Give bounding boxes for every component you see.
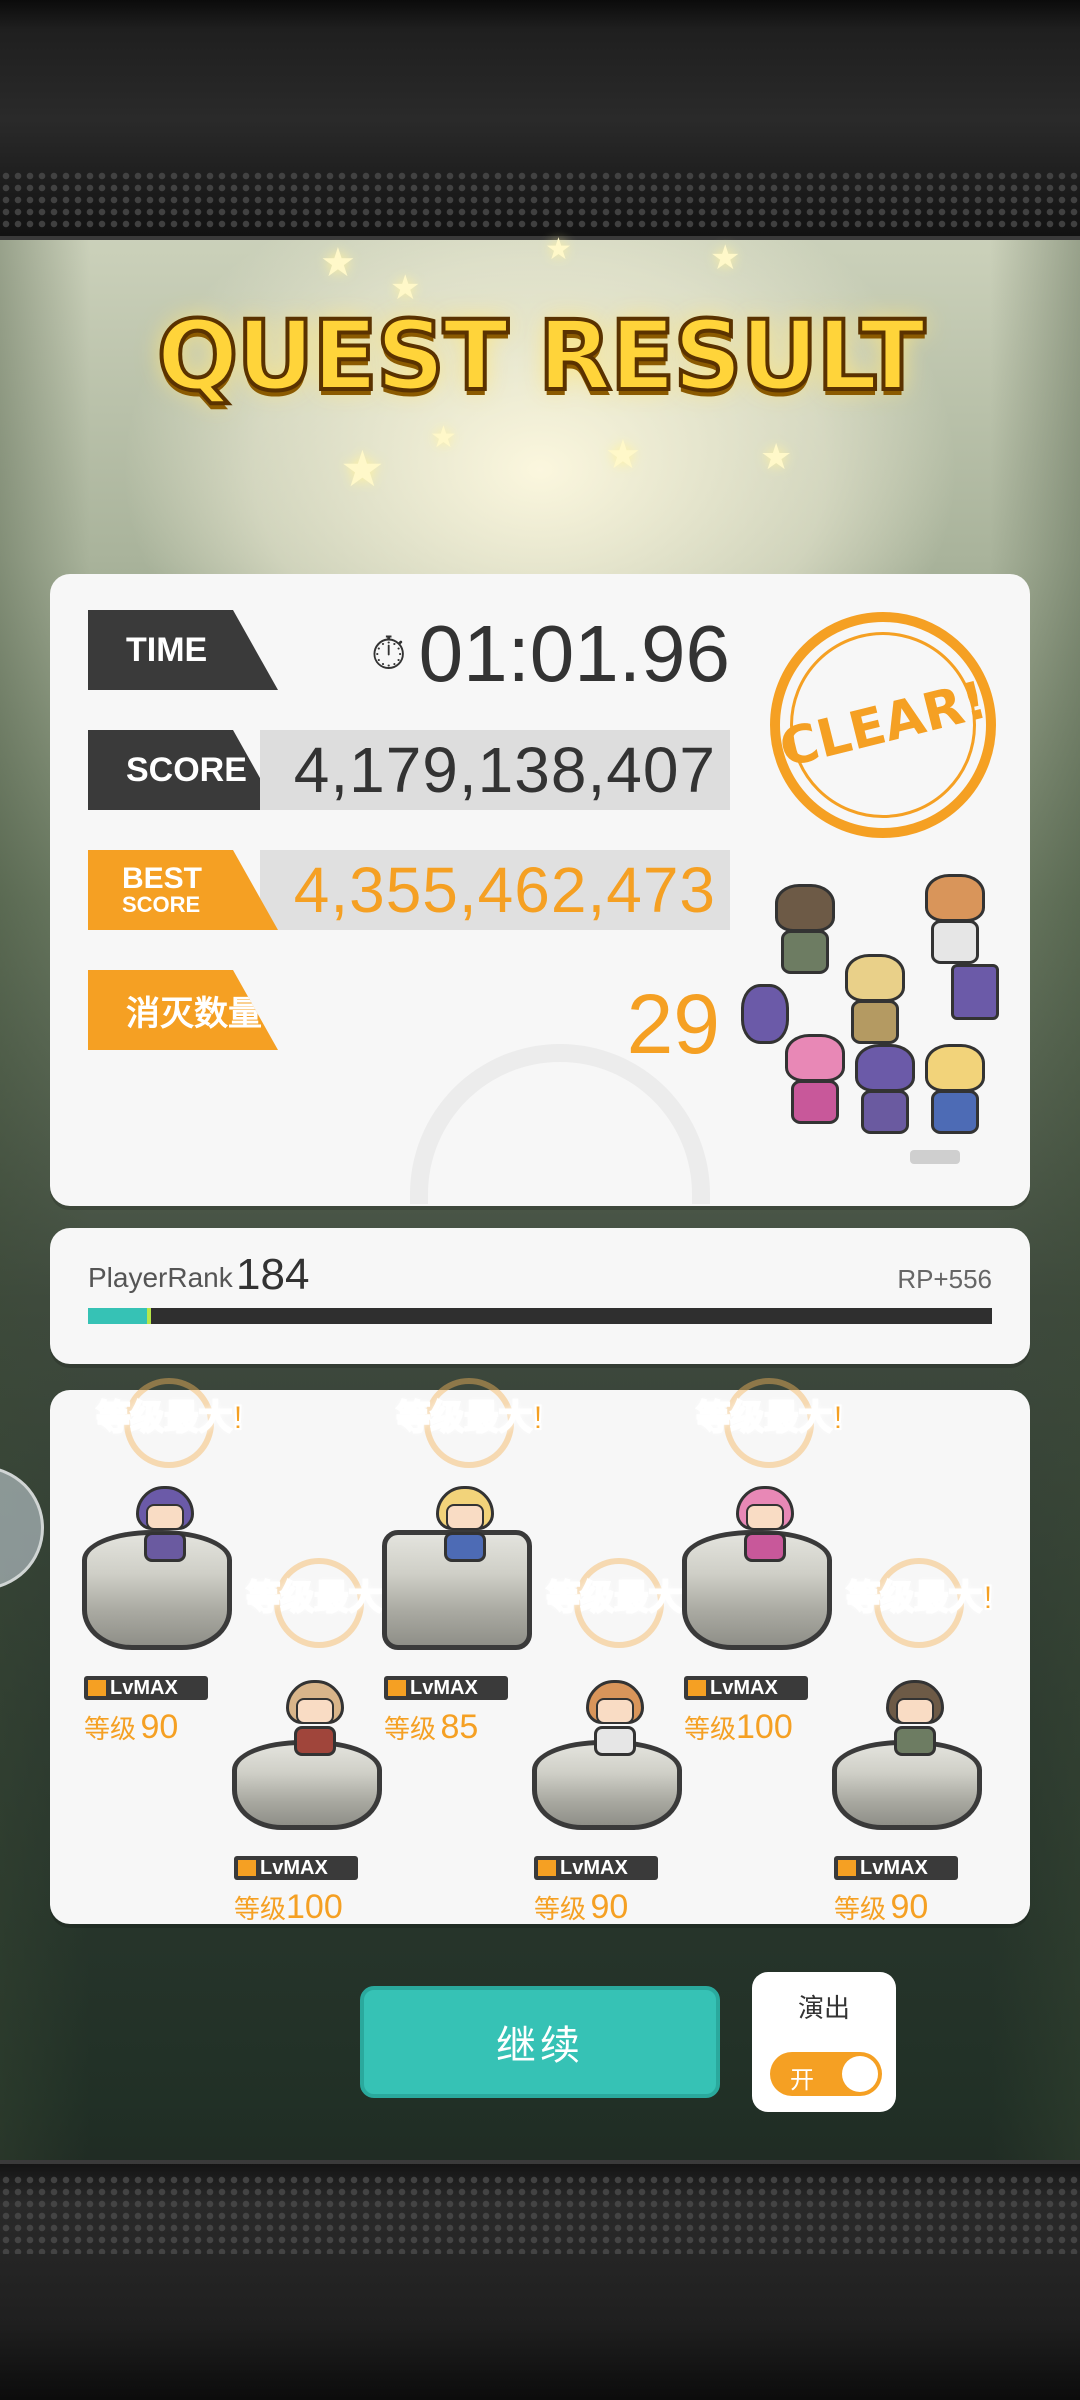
player-rank-value: 184 [236,1250,310,1299]
level-max-badge: 等级最大! [695,1398,844,1438]
sparkle-star-icon: ★ [545,233,572,266]
score-value: 4,179,138,407 [260,730,730,810]
party-sprite-purple [850,1044,920,1144]
lvmax-tag: LvMAX [684,1676,808,1700]
unit-sprite [880,1680,950,1760]
unit-level: 等级 90 [534,1888,694,1927]
unit-sprite [130,1486,200,1566]
page-indicator [910,1150,960,1164]
level-max-badge: 等级最大! [395,1398,544,1438]
unit-face [746,1504,784,1530]
unit-cloth [294,1726,336,1756]
unit-level-number: 100 [736,1708,793,1746]
bottom-frame-dots [0,2174,1080,2254]
performance-toggle-card: 演出 开 [752,1972,896,2112]
player-rank-panel: PlayerRank 184 RP+556 [50,1228,1030,1364]
unit-level-number: 90 [590,1888,629,1926]
unit-cloth [594,1726,636,1756]
lvmax-tag: LvMAX [384,1676,508,1700]
top-frame-band [0,0,1080,240]
player-rank-label: PlayerRank [88,1262,233,1293]
sparkle-star-icon: ★ [710,239,741,277]
results-panel: TIME ⏱ 01:01.96 SCORE 4,179,138,407 4,35… [50,574,1030,1206]
unit-sprite [430,1486,500,1566]
unit-cloth [744,1532,786,1562]
time-value: 01:01.96 [418,609,730,698]
unit-level: 等级 90 [834,1888,994,1927]
performance-label: 演出 [797,1993,850,2023]
level-max-badge: 等级最大! [845,1578,994,1618]
unit-face [296,1698,334,1724]
party-shield-right [950,964,1000,1024]
time-label: TIME [88,610,278,690]
unit-level-number: 85 [440,1708,479,1746]
stopwatch-icon: ⏱ [370,627,407,679]
unit-sprite [580,1680,650,1760]
score-label: SCORE [88,730,278,810]
best-score-label: BEST SCORE [88,850,278,930]
sparkle-star-icon: ★ [605,433,641,477]
party-sprite-pink [780,1034,850,1134]
unit-level-prefix: 等级 [384,1714,437,1744]
party-sprites [740,844,1010,1174]
unit-face [446,1504,484,1530]
lvmax-tag: LvMAX [534,1856,658,1880]
unit-level-prefix: 等级 [834,1894,887,1924]
continue-button[interactable]: 继续 [360,1986,720,2098]
performance-toggle[interactable]: 开 [770,2052,882,2096]
kill-count-label: 消灭数量 [88,970,278,1050]
rank-progress-fill [88,1308,152,1324]
lvmax-tag: LvMAX [84,1676,208,1700]
lvmax-tag: LvMAX [834,1856,958,1880]
unit-sprite [730,1486,800,1566]
sparkle-star-icon: ★ [760,436,793,477]
unit-level-number: 90 [890,1888,929,1926]
unit-face [896,1698,934,1724]
character-level-panel: 等级最大! LvMAX 等级 90 等级最大! LvMAX 等级100 等级最大… [50,1378,1030,1927]
kill-count-value: 29 [626,976,720,1071]
party-sprite-redhair [920,874,990,974]
sparkle-star-icon: ★ [340,441,385,497]
best-label-line1: BEST [122,862,203,895]
party-sprite-knight [770,884,840,984]
toggle-state-label: 开 [790,2067,814,2094]
rank-points-gain: RP+556 [897,1264,992,1294]
unit-level-prefix: 等级 [684,1714,737,1744]
unit-face [146,1504,184,1530]
time-value-row: ⏱ 01:01.96 [371,604,730,704]
quest-result-title: QUEST RESULT [155,298,928,414]
toggle-knob [842,2056,878,2092]
rank-progress-bar [88,1308,992,1324]
unit-level-prefix: 等级 [234,1894,287,1924]
sparkle-star-icon: ★ [430,421,457,454]
best-label-line2: SCORE [122,892,201,917]
top-frame-dots [0,170,1080,230]
level-max-badge: 等级最大! [95,1398,244,1438]
unit-cloth [444,1532,486,1562]
unit-level: 等级100 [234,1888,394,1927]
unit-sprite [280,1680,350,1760]
unit-cloth [144,1532,186,1562]
lvmax-tag: LvMAX [234,1856,358,1880]
unit-face [596,1698,634,1724]
best-score-value: 4,355,462,473 [260,850,730,930]
unit-cloth [894,1726,936,1756]
bottom-frame-band [0,2160,1080,2400]
unit-level-prefix: 等级 [84,1714,137,1744]
party-sprite-yellow [920,1044,990,1144]
unit-level-number: 90 [140,1708,179,1746]
clear-stamp-text: CLEAR! [773,670,993,780]
sparkle-star-icon: ★ [320,241,356,285]
party-sprite-blonde [840,954,910,1054]
unit-card: 等级最大! LvMAX 等级 90 [820,1558,1000,1926]
unit-level-prefix: 等级 [534,1894,587,1924]
clear-stamp: CLEAR! [770,612,996,838]
unit-level-number: 100 [286,1888,343,1926]
